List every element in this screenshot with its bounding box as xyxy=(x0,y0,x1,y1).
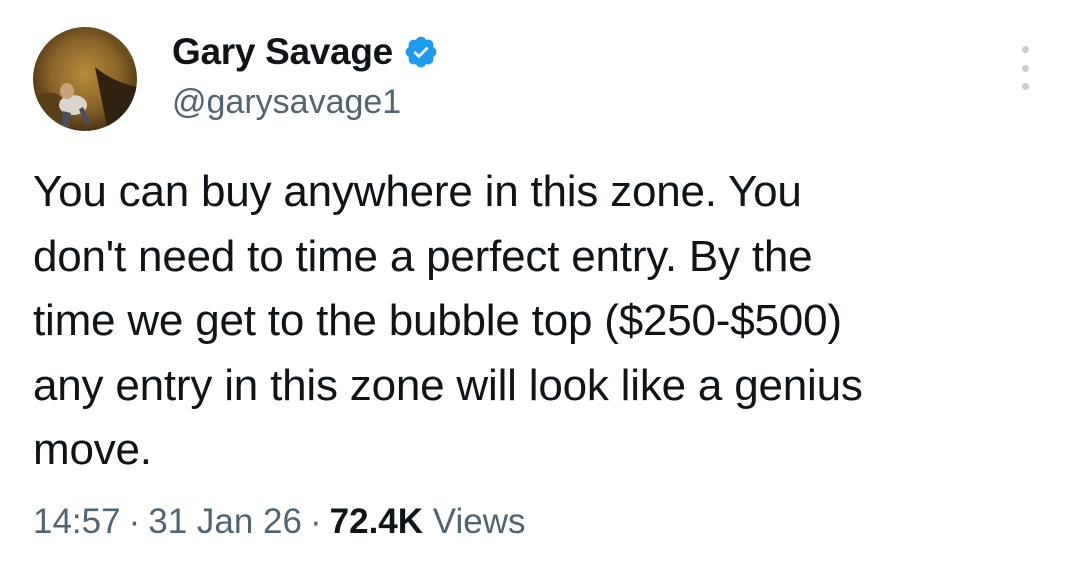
tweet-time[interactable]: 14:57 xyxy=(33,502,121,541)
tweet-meta: 14:57 · 31 Jan 26 · 72.4K Views xyxy=(33,500,526,544)
avatar-image xyxy=(33,27,137,131)
tweet-text: You can buy anywhere in this zone. You d… xyxy=(33,167,863,474)
more-dot xyxy=(1021,83,1029,90)
verified-badge-icon[interactable] xyxy=(403,34,439,70)
author-handle[interactable]: @garysavage1 xyxy=(172,82,401,122)
author-display-name[interactable]: Gary Savage xyxy=(172,30,393,74)
tweet-date[interactable]: 31 Jan 26 xyxy=(148,502,302,541)
more-options-icon[interactable] xyxy=(1012,46,1038,90)
views-count[interactable]: 72.4K xyxy=(330,502,423,541)
more-dot xyxy=(1021,64,1029,72)
meta-separator: · xyxy=(128,502,141,541)
avatar[interactable] xyxy=(33,27,137,131)
meta-separator: · xyxy=(310,502,322,541)
more-dot xyxy=(1021,46,1029,53)
author-name-row: Gary Savage xyxy=(172,30,439,74)
views-label: Views xyxy=(432,502,526,541)
tweet: Gary Savage @garysavage1 You can buy any… xyxy=(0,0,1080,568)
